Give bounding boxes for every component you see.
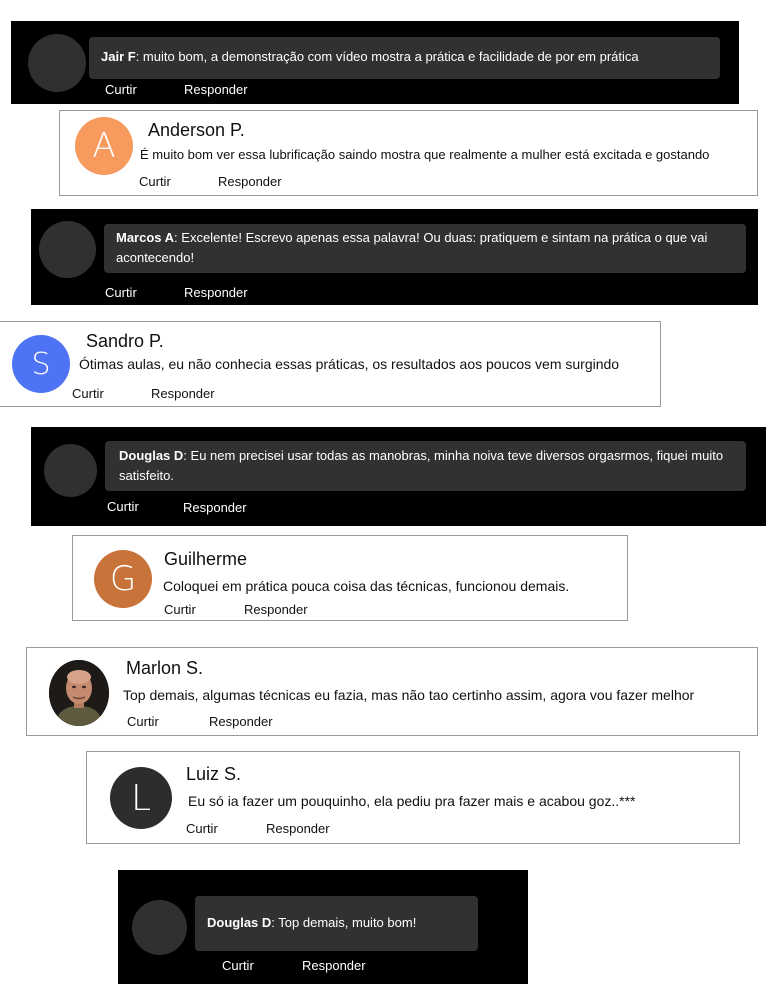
comment-bubble: Douglas D: Eu nem precisei usar todas as… bbox=[105, 441, 746, 491]
avatar[interactable] bbox=[44, 444, 97, 497]
avatar-initial: A bbox=[92, 126, 116, 166]
comment-card: S Sandro P. Ótimas aulas, eu não conheci… bbox=[0, 321, 661, 407]
comment-card: Douglas D: Eu nem precisei usar todas as… bbox=[31, 427, 766, 526]
reply-button[interactable]: Responder bbox=[302, 958, 366, 973]
comment-bubble: Douglas D: Top demais, muito bom! bbox=[195, 896, 478, 951]
comment-card: G Guilherme Coloquei em prática pouca co… bbox=[72, 535, 628, 621]
comment-text: Eu nem precisei usar todas as manobras, … bbox=[119, 448, 724, 483]
comment-card: L Luiz S. Eu só ia fazer um pouquinho, e… bbox=[86, 751, 740, 844]
comment-bubble: Jair F: muito bom, a demonstração com ví… bbox=[89, 37, 720, 79]
comment-author[interactable]: Sandro P. bbox=[86, 331, 164, 352]
like-button[interactable]: Curtir bbox=[164, 602, 196, 617]
avatar-initial: L bbox=[130, 777, 152, 819]
like-button[interactable]: Curtir bbox=[222, 958, 254, 973]
comment-card: A Anderson P. É muito bom ver essa lubri… bbox=[59, 110, 758, 196]
avatar[interactable] bbox=[39, 221, 96, 278]
comment-text: muito bom, a demonstração com vídeo most… bbox=[139, 49, 639, 64]
reply-button[interactable]: Responder bbox=[266, 821, 330, 836]
like-button[interactable]: Curtir bbox=[107, 499, 139, 514]
comment-author[interactable]: Anderson P. bbox=[148, 120, 245, 141]
reply-button[interactable]: Responder bbox=[209, 714, 273, 729]
comment-text: Coloquei em prática pouca coisa das técn… bbox=[163, 578, 570, 594]
reply-button[interactable]: Responder bbox=[218, 174, 282, 189]
like-button[interactable]: Curtir bbox=[105, 82, 137, 97]
reply-button[interactable]: Responder bbox=[244, 602, 308, 617]
avatar[interactable]: S bbox=[12, 335, 70, 393]
like-button[interactable]: Curtir bbox=[186, 821, 218, 836]
comment-author[interactable]: Marlon S. bbox=[126, 658, 203, 679]
person-photo-icon bbox=[49, 660, 109, 726]
comment-author[interactable]: Luiz S. bbox=[186, 764, 241, 785]
comment-text: Top demais, muito bom! bbox=[274, 915, 417, 930]
comment-author[interactable]: Marcos A bbox=[116, 230, 174, 245]
reply-button[interactable]: Responder bbox=[183, 500, 247, 515]
comment-bubble: Marcos A: Excelente! Escrevo apenas essa… bbox=[104, 224, 746, 273]
comment-card: Douglas D: Top demais, muito bom! Curtir… bbox=[118, 870, 528, 984]
comment-text: Top demais, algumas técnicas eu fazia, m… bbox=[123, 687, 695, 703]
like-button[interactable]: Curtir bbox=[127, 714, 159, 729]
comment-author[interactable]: Douglas D bbox=[207, 915, 271, 930]
reply-button[interactable]: Responder bbox=[151, 386, 215, 401]
avatar[interactable]: A bbox=[75, 117, 133, 175]
comment-text: É muito bom ver essa lubrificação saindo… bbox=[140, 147, 710, 162]
like-button[interactable]: Curtir bbox=[105, 285, 137, 300]
avatar-photo[interactable] bbox=[49, 660, 109, 726]
avatar[interactable]: L bbox=[110, 767, 172, 829]
avatar-initial: G bbox=[109, 559, 137, 599]
like-button[interactable]: Curtir bbox=[139, 174, 171, 189]
comment-author[interactable]: Guilherme bbox=[164, 549, 247, 570]
like-button[interactable]: Curtir bbox=[72, 386, 104, 401]
reply-button[interactable]: Responder bbox=[184, 285, 248, 300]
avatar[interactable] bbox=[132, 900, 187, 955]
comment-author[interactable]: Douglas D bbox=[119, 448, 183, 463]
reply-button[interactable]: Responder bbox=[184, 82, 248, 97]
avatar[interactable] bbox=[28, 34, 86, 92]
comment-text: Ótimas aulas, eu não conhecia essas prát… bbox=[79, 356, 620, 372]
comment-card: Marcos A: Excelente! Escrevo apenas essa… bbox=[31, 209, 758, 305]
comment-text: Excelente! Escrevo apenas essa palavra! … bbox=[116, 230, 708, 265]
comment-card: Marlon S. Top demais, algumas técnicas e… bbox=[26, 647, 758, 736]
comment-card: Jair F: muito bom, a demonstração com ví… bbox=[11, 21, 739, 104]
avatar-initial: S bbox=[31, 346, 51, 382]
comment-text: Eu só ia fazer um pouquinho, ela pediu p… bbox=[188, 793, 636, 809]
avatar[interactable]: G bbox=[94, 550, 152, 608]
comment-author[interactable]: Jair F bbox=[101, 49, 136, 64]
